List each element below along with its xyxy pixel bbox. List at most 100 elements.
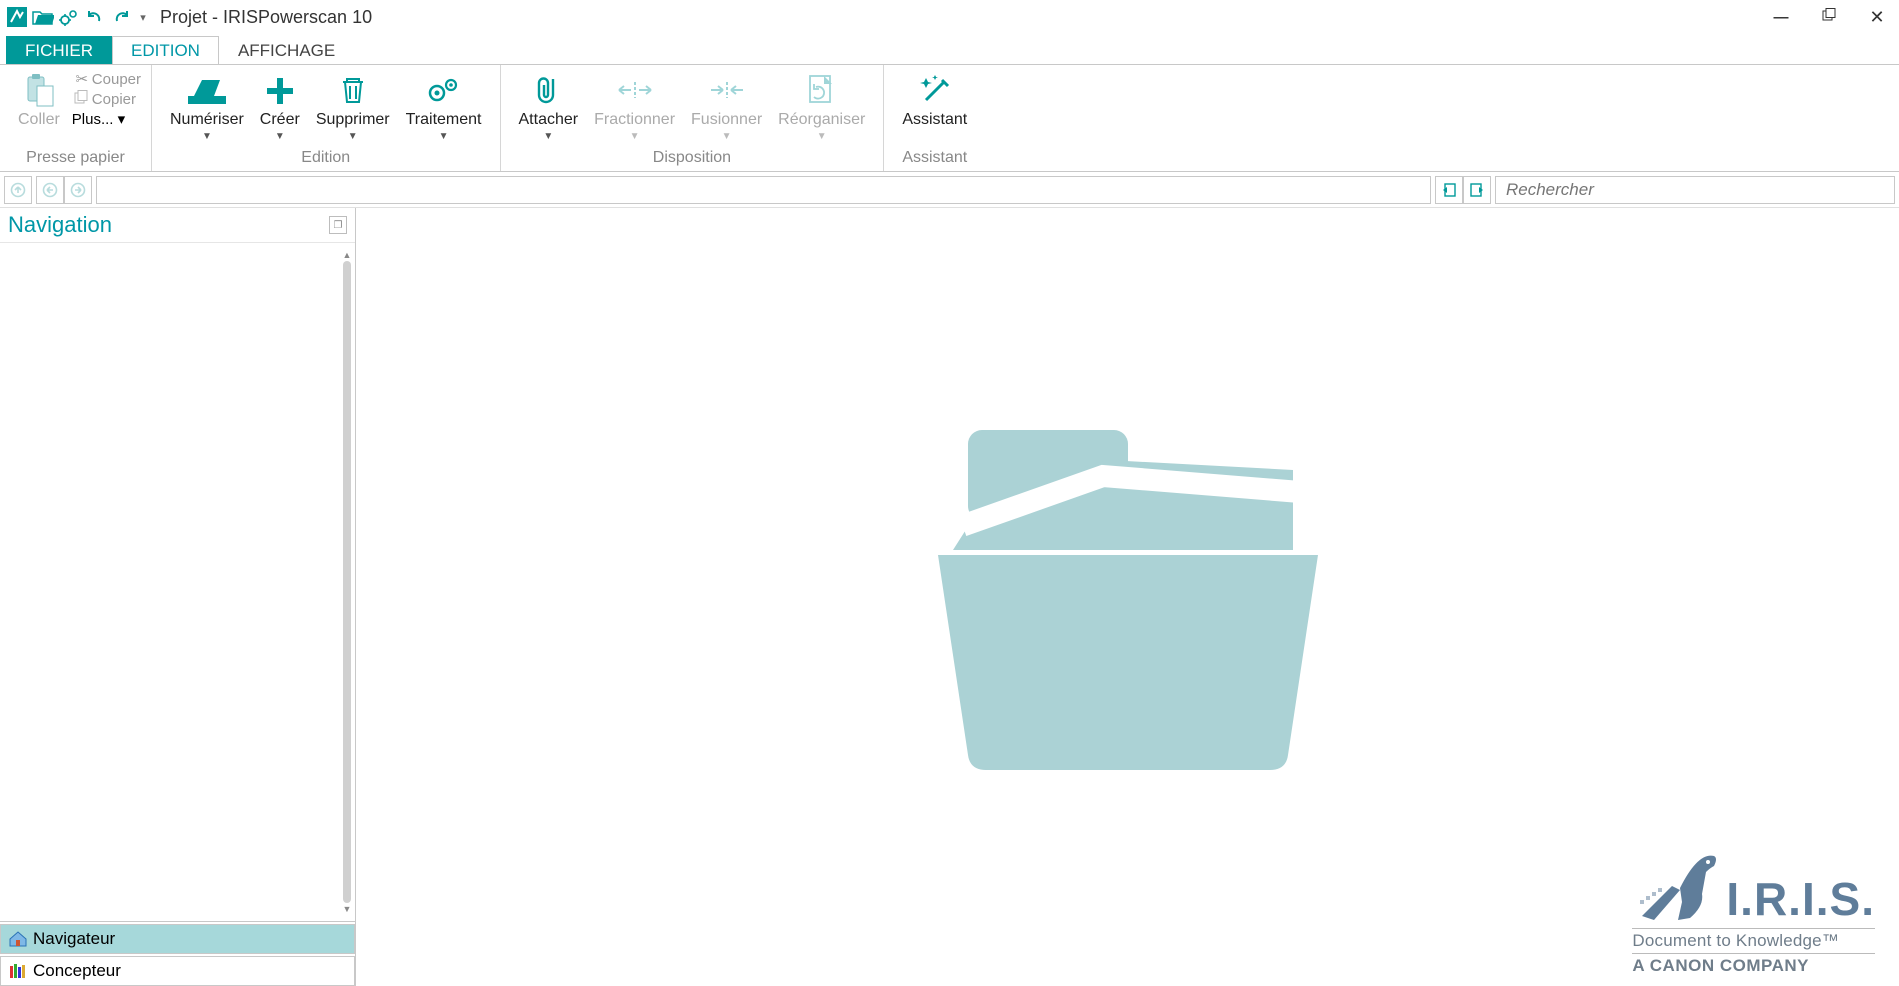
attach-button[interactable]: Attacher ▼: [511, 69, 587, 144]
nav-panel-title: Navigation: [8, 212, 112, 238]
brand-logo: I.R.I.S. Document to Knowledge™ A CANON …: [1632, 846, 1875, 976]
split-button[interactable]: Fractionner ▼: [586, 69, 683, 144]
assistant-label: Assistant: [902, 111, 967, 129]
tab-designer[interactable]: Concepteur: [0, 956, 355, 986]
settings-icon[interactable]: [58, 6, 80, 28]
tab-navigator-label: Navigateur: [33, 929, 115, 949]
process-label: Traitement: [406, 111, 482, 129]
group-edition-label: Edition: [162, 149, 490, 171]
scan-button[interactable]: Numériser ▼: [162, 69, 252, 144]
copy-icon: [72, 90, 92, 108]
main-area: Navigation ❐ ▲ ▼ Navigateur Concepteur: [0, 208, 1899, 986]
group-assistant: Assistant Assistant: [884, 65, 985, 171]
ribbon: Coller ✂ Couper Copier Plus... ▾ Presse …: [0, 64, 1899, 172]
paste-button[interactable]: Coller: [10, 69, 68, 131]
scroll-down-icon[interactable]: ▼: [341, 903, 353, 915]
chevron-down-icon: ▼: [202, 131, 212, 142]
attach-label: Attacher: [519, 111, 579, 129]
sidebar-tabs: Navigateur Concepteur: [0, 922, 355, 986]
plus-icon: [263, 71, 297, 109]
home-icon: [7, 929, 29, 949]
up-button[interactable]: [4, 176, 32, 204]
split-icon: [613, 71, 657, 109]
group-assistant-label: Assistant: [894, 149, 975, 171]
scissors-icon: ✂: [72, 70, 92, 88]
content-area: I.R.I.S. Document to Knowledge™ A CANON …: [356, 208, 1899, 986]
assistant-button[interactable]: Assistant: [894, 69, 975, 131]
quick-access-toolbar: ▾: [6, 6, 150, 28]
scrollbar[interactable]: ▲ ▼: [341, 249, 353, 915]
redo-icon[interactable]: [110, 6, 132, 28]
navigation-bar: [0, 172, 1899, 208]
maximize-button[interactable]: [1815, 8, 1843, 26]
paperclip-icon: [533, 71, 563, 109]
scroll-up-icon[interactable]: ▲: [341, 249, 353, 261]
delete-button[interactable]: Supprimer ▼: [308, 69, 398, 144]
chevron-down-icon: ▼: [275, 131, 285, 142]
create-button[interactable]: Créer ▼: [252, 69, 308, 144]
chevron-down-icon: ▼: [630, 131, 640, 142]
cut-label: Couper: [92, 71, 141, 88]
reorganize-button[interactable]: Réorganiser ▼: [770, 69, 873, 144]
scanner-icon: [184, 71, 230, 109]
brand-tagline: Document to Knowledge™: [1632, 928, 1875, 954]
reorganize-icon: [804, 71, 840, 109]
search-input[interactable]: [1495, 176, 1895, 204]
create-label: Créer: [260, 111, 300, 129]
delete-label: Supprimer: [316, 111, 390, 129]
plus-button[interactable]: Plus... ▾: [72, 109, 141, 129]
minimize-button[interactable]: —: [1767, 9, 1795, 26]
tab-affichage[interactable]: AFFICHAGE: [219, 36, 354, 64]
sidebar: Navigation ❐ ▲ ▼ Navigateur Concepteur: [0, 208, 356, 986]
close-button[interactable]: ✕: [1863, 7, 1891, 28]
open-icon[interactable]: [32, 6, 54, 28]
plus-label: Plus... ▾: [72, 110, 125, 128]
nav-panel-header: Navigation ❐: [0, 208, 355, 243]
process-button[interactable]: Traitement ▼: [398, 69, 490, 144]
group-layout: Attacher ▼ Fractionner ▼ Fusionner ▼: [501, 65, 885, 171]
tab-edition[interactable]: EDITION: [112, 36, 219, 64]
reorganize-label: Réorganiser: [778, 111, 865, 129]
undo-icon[interactable]: [84, 6, 106, 28]
split-label: Fractionner: [594, 111, 675, 129]
forward-button[interactable]: [64, 176, 92, 204]
tab-designer-label: Concepteur: [33, 961, 121, 981]
app-icon: [6, 6, 28, 28]
nav-tree[interactable]: ▲ ▼: [0, 243, 355, 922]
back-button[interactable]: [36, 176, 64, 204]
gears-icon: [425, 71, 463, 109]
merge-icon: [705, 71, 749, 109]
group-clipboard: Coller ✂ Couper Copier Plus... ▾ Presse …: [0, 65, 152, 171]
next-page-button[interactable]: [1463, 176, 1491, 204]
merge-label: Fusionner: [691, 111, 762, 129]
tab-file[interactable]: FICHIER: [6, 36, 112, 64]
chevron-down-icon: ▼: [817, 131, 827, 142]
chevron-down-icon: ▼: [348, 131, 358, 142]
group-edition: Numériser ▼ Créer ▼ Supprimer ▼: [152, 65, 501, 171]
qat-dropdown-icon[interactable]: ▾: [136, 6, 150, 28]
paste-icon: [22, 71, 56, 109]
pencils-icon: [7, 961, 29, 981]
chevron-down-icon: ▼: [439, 131, 449, 142]
empty-folder-icon: [898, 410, 1358, 785]
ribbon-tabs: FICHIER EDITION AFFICHAGE: [0, 34, 1899, 64]
copy-button[interactable]: Copier: [72, 89, 141, 109]
cut-button[interactable]: ✂ Couper: [72, 69, 141, 89]
trash-icon: [337, 71, 369, 109]
scan-label: Numériser: [170, 111, 244, 129]
tab-navigator[interactable]: Navigateur: [0, 924, 355, 954]
wand-icon: [916, 71, 954, 109]
brand-sublabel: A CANON COMPANY: [1632, 956, 1875, 976]
merge-button[interactable]: Fusionner ▼: [683, 69, 770, 144]
window-title: Projet - IRISPowerscan 10: [160, 7, 372, 28]
scroll-track[interactable]: [343, 261, 351, 903]
address-input[interactable]: [96, 176, 1431, 204]
prev-page-button[interactable]: [1435, 176, 1463, 204]
copy-label: Copier: [92, 91, 136, 108]
group-clipboard-label: Presse papier: [10, 149, 141, 171]
panel-float-button[interactable]: ❐: [329, 216, 347, 234]
title-bar: ▾ Projet - IRISPowerscan 10 — ✕: [0, 0, 1899, 34]
iris-bird-icon: [1632, 846, 1722, 926]
chevron-down-icon: ▼: [543, 131, 553, 142]
chevron-down-icon: ▼: [722, 131, 732, 142]
